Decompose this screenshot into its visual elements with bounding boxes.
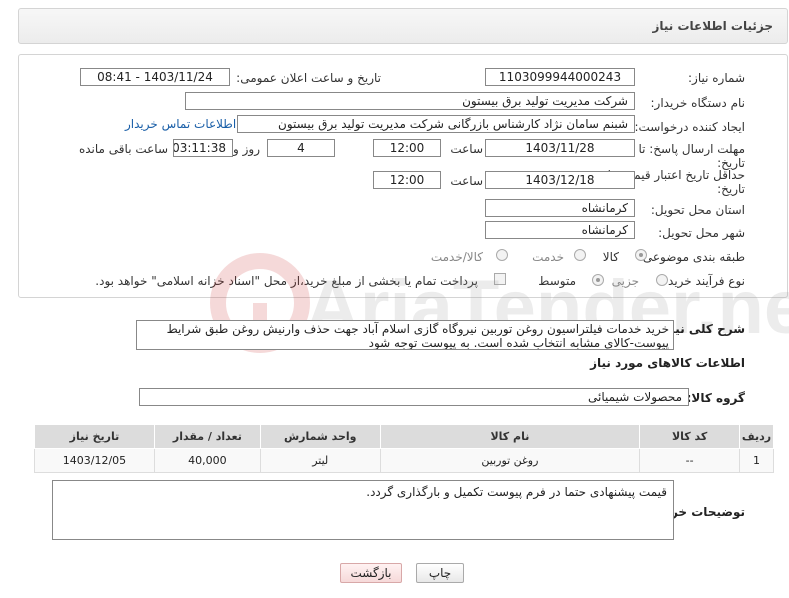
process-minor-radio[interactable] [656,274,668,286]
col-goods-name: نام کالا [379,424,641,449]
deadline-time-field[interactable]: 12:00 [373,139,441,157]
price-validity-date-field[interactable]: 1403/12/18 [485,171,635,189]
process-type-label: نوع فرآیند خرید : [660,274,745,288]
creator-field[interactable]: شبنم سامان نژاد کارشناس بازرگانی شرکت مد… [237,115,635,133]
col-need-date: تاریخ نیاز [34,424,155,449]
col-unit: واحد شمارش [259,424,381,449]
goods-info-title: اطلاعات کالاهای مورد نیاز [590,356,745,370]
need-number-field[interactable]: 1103099944000243 [485,68,635,86]
col-row-number: ردیف [739,424,774,449]
page-header: جزئیات اطلاعات نیاز [18,8,788,44]
goods-group-label: گروه کالا: [686,391,745,405]
process-medium-radio[interactable] [592,274,604,286]
print-button[interactable]: چاپ [416,563,464,583]
process-minor-label: جزیی [611,274,639,288]
deadline-date-field[interactable]: 1403/11/28 [485,139,635,157]
cell-need-date: 1403/12/05 [34,448,155,473]
price-validity-time-label: ساعت [450,174,483,188]
city-label: شهر محل تحویل: [658,226,745,240]
treasury-payment-label: پرداخت تمام یا بخشی از مبلغ خرید،از محل … [95,274,478,288]
col-goods-code: کد کالا [639,424,741,449]
process-medium-label: متوسط [538,274,576,288]
deadline-label: مهلت ارسال پاسخ: تا [638,142,745,156]
province-field[interactable]: کرمانشاه [485,199,635,217]
days-remaining-field[interactable]: 4 [267,139,335,157]
province-label: استان محل تحویل: [650,203,745,217]
time-remaining-label: ساعت باقی مانده [78,142,168,156]
need-description-field[interactable]: خرید خدمات فیلتراسیون روغن توربین نیروگا… [136,320,674,350]
cell-row-number: 1 [739,448,774,473]
category-goods-service-label: کالا/خدمت [430,250,483,264]
goods-table: ردیف کد کالا نام کالا واحد شمارش تعداد /… [34,424,774,473]
category-goods-service-radio[interactable] [496,249,508,261]
treasury-payment-checkbox[interactable] [494,273,506,285]
category-goods-label: کالا [602,250,619,264]
buyer-org-label: نام دستگاه خریدار: [650,96,746,110]
cell-quantity: 40,000 [153,448,261,473]
col-quantity: تعداد / مقدار [153,424,261,449]
back-button[interactable]: بازگشت [340,563,402,583]
announce-date-label: تاریخ و ساعت اعلان عمومی: [236,71,381,85]
buyer-contact-link[interactable]: اطلاعات تماس خریدار [125,117,236,131]
time-remaining-field[interactable]: 03:11:38 [173,139,233,157]
buyer-org-field[interactable]: شرکت مدیریت تولید برق بیستون [185,92,635,110]
category-goods-radio[interactable] [635,249,647,261]
category-label: طبقه بندی موضوعی: [638,250,745,264]
table-row: 1 -- روغن توربین لیتر 40,000 1403/12/05 [34,448,774,473]
city-field[interactable]: کرمانشاه [485,221,635,239]
cell-goods-code: -- [639,448,741,473]
cell-unit: لیتر [259,448,381,473]
need-number-label: شماره نیاز: [688,71,745,85]
cell-goods-name: روغن توربین [379,448,641,473]
price-validity-time-field[interactable]: 12:00 [373,171,441,189]
goods-group-field[interactable]: محصولات شیمیائی [139,388,689,406]
category-service-label: خدمت [532,250,564,264]
page-title: جزئیات اطلاعات نیاز [652,19,773,33]
days-label: روز و [233,142,260,156]
buyer-notes-field[interactable]: قیمت پیشنهادی حتما در فرم پیوست تکمیل و … [52,480,674,540]
price-validity-date-label: تاریخ: [717,182,745,196]
announce-date-field[interactable]: 1403/11/24 - 08:41 [80,68,230,86]
goods-table-header: ردیف کد کالا نام کالا واحد شمارش تعداد /… [34,424,774,449]
category-service-radio[interactable] [574,249,586,261]
deadline-time-label: ساعت [450,142,483,156]
creator-label: ایجاد کننده درخواست: [634,120,745,134]
